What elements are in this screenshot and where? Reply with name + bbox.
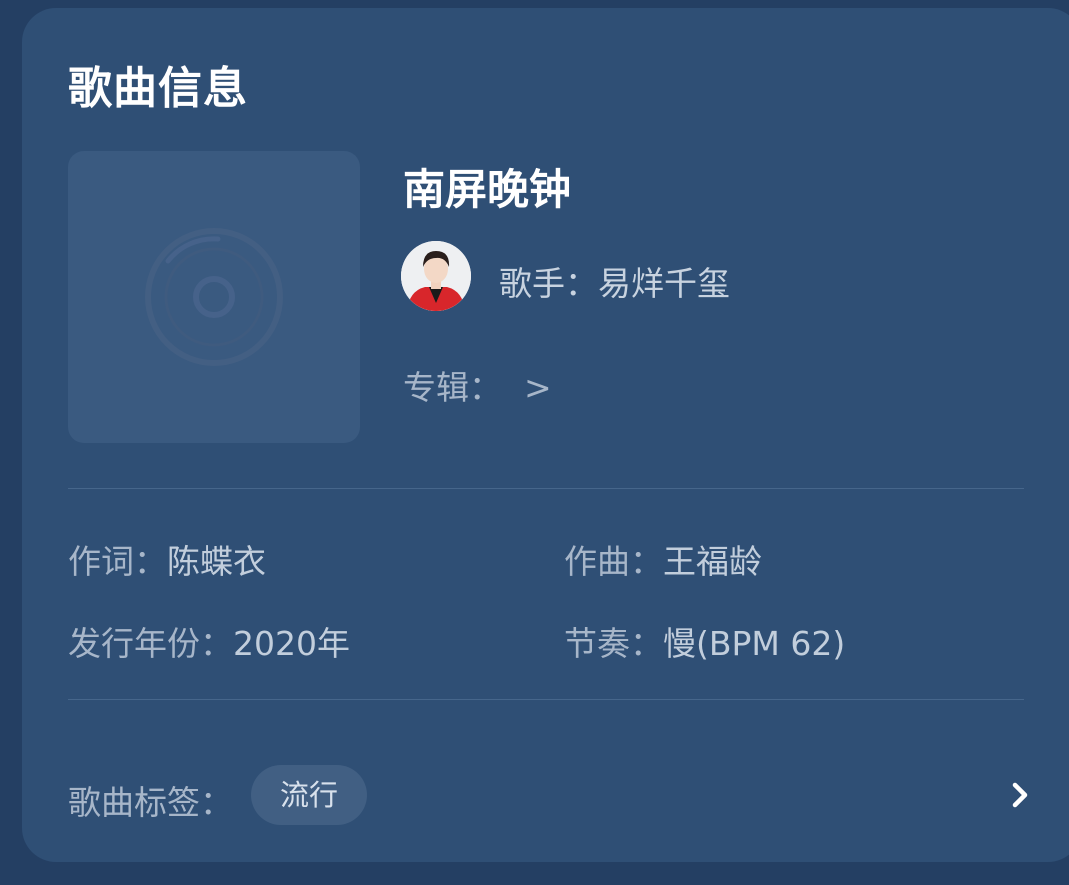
tempo-field: 节奏：慢(BPM 62) (564, 617, 845, 665)
album-row[interactable]: 专辑： > (403, 361, 552, 409)
lyricist-value: 陈蝶衣 (167, 542, 266, 581)
disc-icon (145, 228, 283, 366)
tempo-label: 节奏： (564, 624, 663, 663)
singer-label: 歌手： (499, 264, 598, 303)
release-year-label: 发行年份： (68, 624, 233, 663)
lyricist-field: 作词：陈蝶衣 (68, 535, 266, 583)
singer-row[interactable]: 歌手：易烊千玺 (499, 257, 730, 305)
lyricist-label: 作词： (68, 542, 167, 581)
song-info-card: 歌曲信息 南屏晚钟 歌手：易烊千玺 专辑：> 作词：陈蝶衣 作曲：王福龄 发行 (22, 8, 1069, 862)
release-year-field: 发行年份：2020年 (68, 617, 350, 665)
composer-label: 作曲： (564, 542, 663, 581)
chevron-right-icon[interactable] (1005, 778, 1035, 812)
composer-value: 王福龄 (663, 542, 762, 581)
composer-field: 作曲：王福龄 (564, 535, 762, 583)
tempo-value: 慢(BPM 62) (663, 624, 846, 663)
song-title: 南屏晚钟 (403, 165, 572, 214)
release-year-value: 2020年 (233, 624, 350, 663)
album-cover-placeholder (68, 151, 360, 443)
album-link-arrow[interactable]: > (524, 368, 552, 407)
divider (68, 488, 1024, 489)
page-title: 歌曲信息 (68, 63, 248, 114)
divider (68, 699, 1024, 700)
tag-pill[interactable]: 流行 (251, 765, 367, 825)
album-label: 专辑： (403, 368, 502, 407)
singer-avatar[interactable] (401, 241, 471, 311)
song-tags-label: 歌曲标签： (68, 783, 233, 822)
avatar-image (401, 241, 471, 311)
singer-name[interactable]: 易烊千玺 (598, 264, 730, 303)
